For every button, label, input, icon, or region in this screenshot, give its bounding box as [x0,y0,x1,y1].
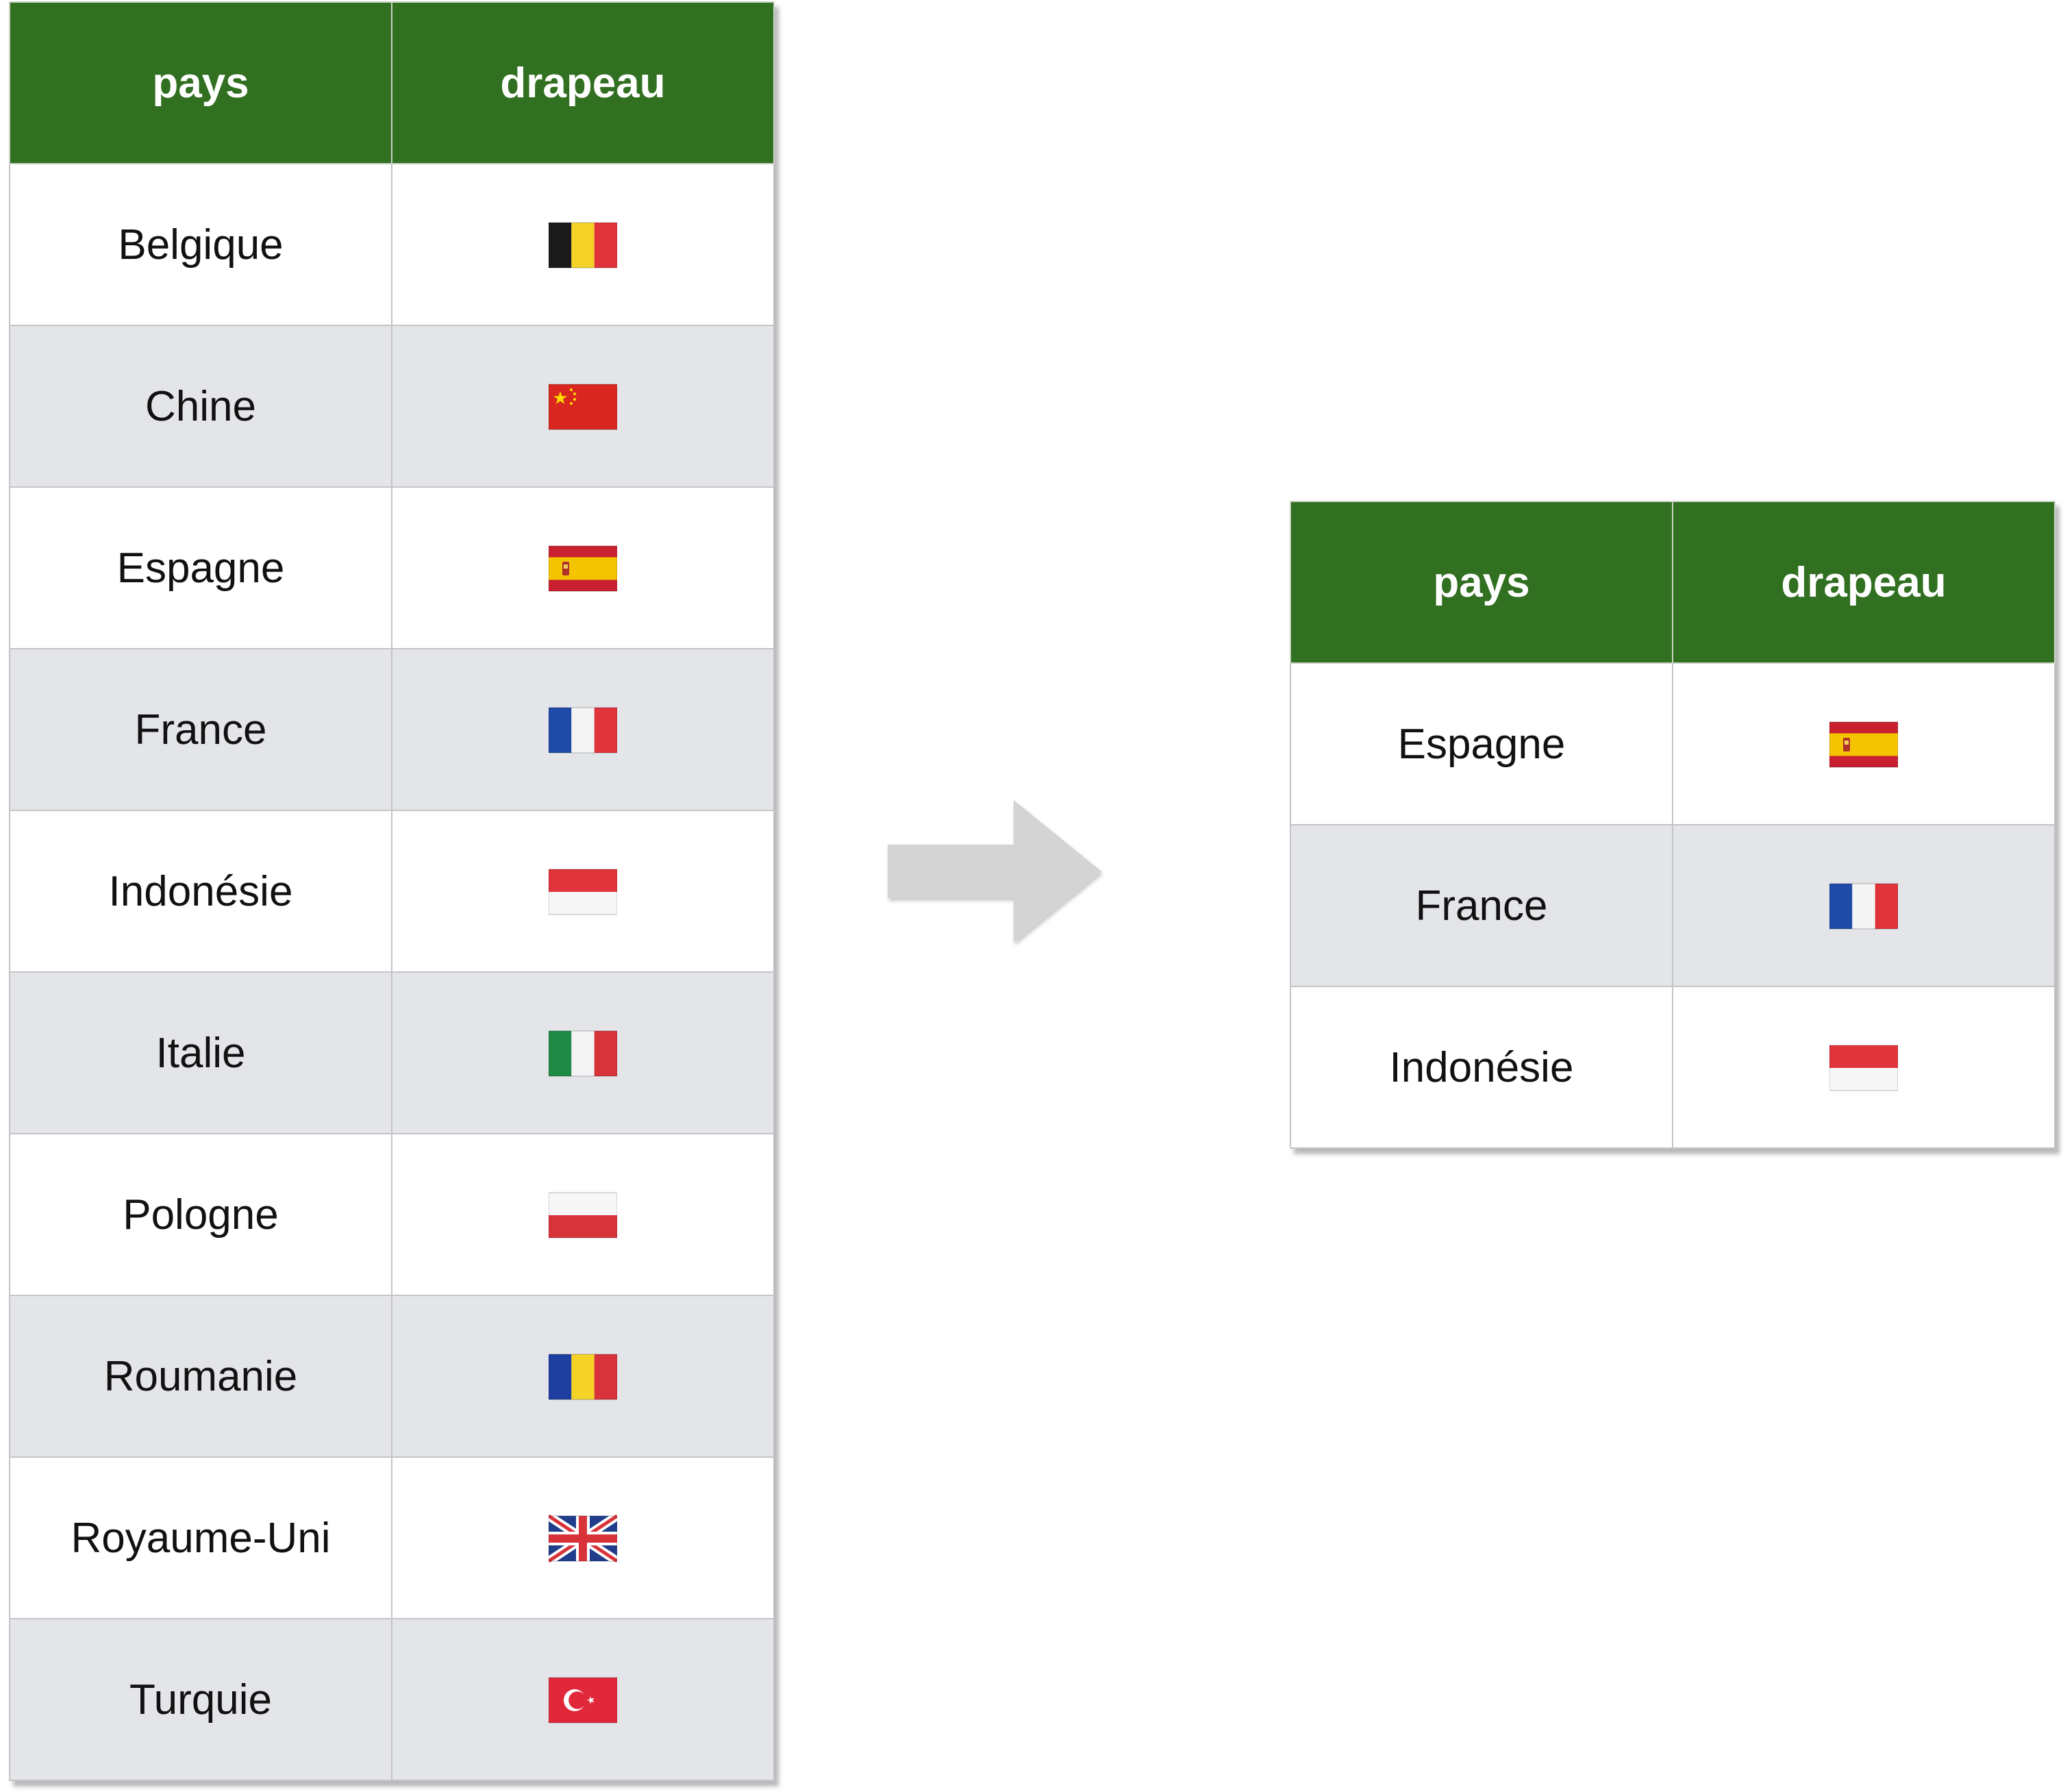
table-row: Espagne [9,486,775,649]
country-name-cell: Roumanie [9,1295,392,1458]
input-table: pays drapeau Belgique Chine Espagne France I… [9,1,775,1781]
flag-cell [391,163,775,326]
table-row: Turquie [9,1618,775,1781]
flag-cell [391,486,775,649]
indonesia-flag-icon [549,869,617,916]
country-name-cell: Turquie [9,1618,392,1781]
country-name-cell: France [9,648,392,811]
table-row: Pologne [9,1133,775,1296]
table-row: Indonésie [9,810,775,973]
table-row: France [9,648,775,811]
table-row: Italie [9,971,775,1134]
table-header-row: pays drapeau [1290,501,2055,664]
country-name-cell: Espagne [1290,662,1673,825]
spain-flag-icon [549,545,617,593]
flag-cell [391,648,775,811]
country-name-cell: Royaume-Uni [9,1456,392,1619]
header-drapeau: drapeau [391,1,775,164]
flag-cell [1672,824,2055,987]
flag-cell [391,325,775,488]
table-row: Belgique [9,163,775,326]
table-row: France [1290,824,2055,987]
table-header-row: pays drapeau [9,1,775,164]
uk-flag-icon [549,1513,617,1565]
country-name-cell: Indonésie [9,810,392,973]
header-pays: pays [9,1,392,164]
turkey-flag-icon [549,1677,617,1724]
flag-cell [391,1295,775,1458]
header-drapeau: drapeau [1672,501,2055,664]
flag-cell [391,1618,775,1781]
indonesia-flag-icon [1829,1045,1898,1092]
italy-flag-icon [549,1030,617,1078]
flag-cell [391,1133,775,1296]
france-flag-icon [549,707,617,754]
flag-cell [391,971,775,1134]
spain-flag-icon [1829,721,1898,769]
table-row: Indonésie [1290,986,2055,1149]
country-name-cell: Pologne [9,1133,392,1296]
country-name-cell: France [1290,824,1673,987]
table-row: Roumanie [9,1295,775,1458]
output-table: pays drapeau Espagne France Indonésie [1290,501,2055,1149]
right-arrow-icon [888,800,1101,943]
flag-cell [391,1456,775,1619]
belgium-flag-icon [549,222,617,269]
country-name-cell: Espagne [9,486,392,649]
table-row: Royaume-Uni [9,1456,775,1619]
country-name-cell: Chine [9,325,392,488]
country-name-cell: Italie [9,971,392,1134]
poland-flag-icon [549,1192,617,1239]
china-flag-icon [549,384,617,431]
romania-flag-icon [549,1354,617,1401]
header-pays: pays [1290,501,1673,664]
country-name-cell: Belgique [9,163,392,326]
table-row: Chine [9,325,775,488]
france-flag-icon [1829,883,1898,930]
table-row: Espagne [1290,662,2055,825]
flag-cell [1672,986,2055,1149]
flag-cell [391,810,775,973]
country-name-cell: Indonésie [1290,986,1673,1149]
flag-cell [1672,662,2055,825]
